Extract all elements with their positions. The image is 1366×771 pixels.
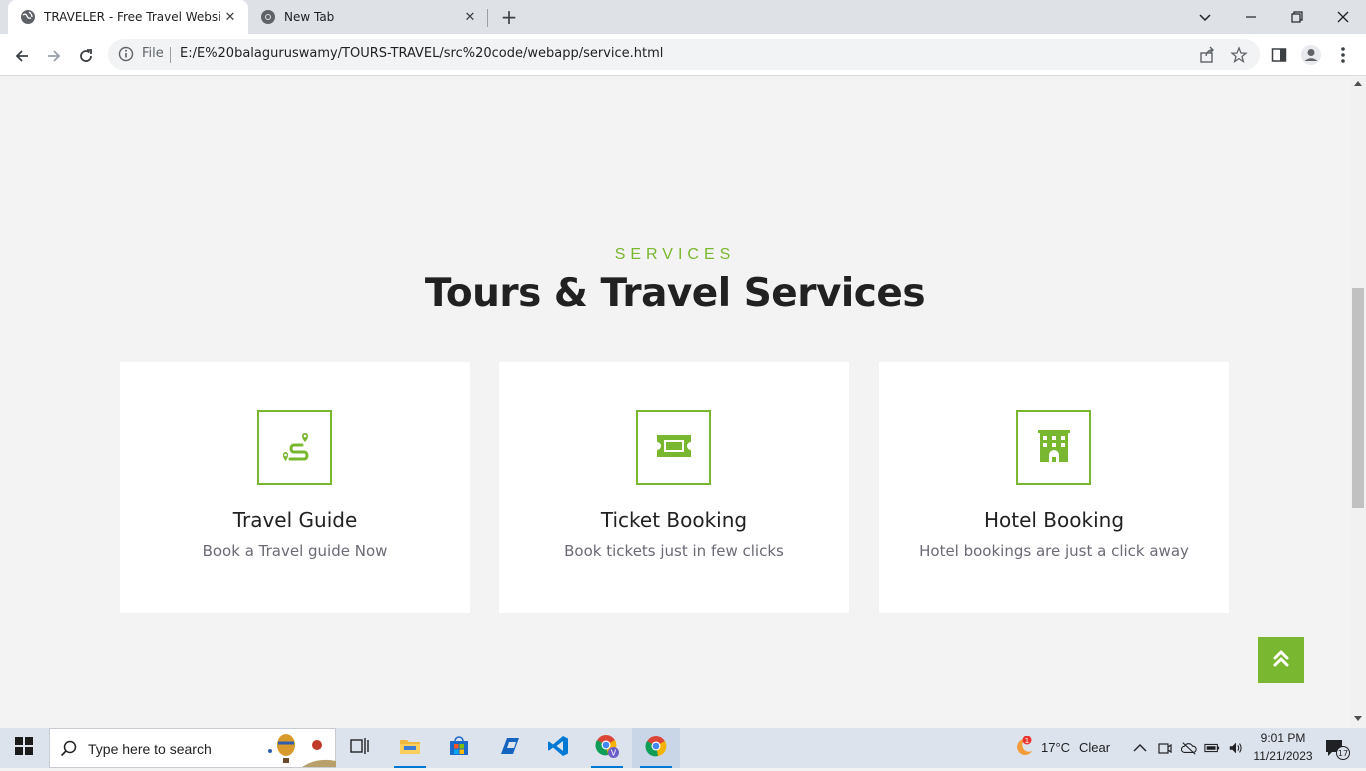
- card-title: Ticket Booking: [600, 508, 748, 532]
- card-description: Hotel bookings are just a click away: [919, 542, 1189, 560]
- page-scrollbar[interactable]: [1350, 77, 1366, 727]
- browser-toolbar: File E:/E%20balaguruswamy/TOURS-TRAVEL/s…: [0, 34, 1366, 76]
- icon-frame: [1016, 410, 1091, 485]
- scheme-label: File: [142, 46, 164, 61]
- task-view-button[interactable]: [336, 728, 384, 768]
- address-bar[interactable]: File E:/E%20balaguruswamy/TOURS-TRAVEL/s…: [108, 39, 1260, 70]
- icon-frame: [257, 410, 332, 485]
- forward-button[interactable]: [40, 42, 68, 70]
- section-title: Tours & Travel Services: [424, 271, 926, 316]
- close-icon[interactable]: ✕: [460, 7, 480, 27]
- vscode-icon: [547, 735, 569, 761]
- volume-icon[interactable]: [1228, 740, 1244, 756]
- back-button[interactable]: [8, 42, 36, 70]
- minimize-button[interactable]: [1228, 0, 1274, 34]
- chrome-icon: [644, 734, 668, 762]
- taskbar-chrome[interactable]: [632, 728, 680, 768]
- restore-button[interactable]: [1274, 0, 1320, 34]
- globe-icon: [20, 9, 36, 25]
- clock-time[interactable]: 9:01 PM: [1254, 731, 1312, 745]
- scroll-thumb[interactable]: [1352, 288, 1364, 508]
- close-icon[interactable]: ✕: [220, 7, 240, 27]
- tab-new-tab[interactable]: New Tab ✕: [248, 0, 488, 34]
- chrome-icon: [260, 9, 276, 25]
- card-title: Hotel Booking: [983, 508, 1125, 532]
- tab-strip: TRAVELER - Free Travel Website ✕ New Tab…: [0, 0, 1366, 34]
- taskbar-store[interactable]: [435, 728, 483, 768]
- battery-icon[interactable]: [1204, 740, 1220, 756]
- svg-text:1: 1: [1025, 737, 1029, 745]
- taskbar-file-explorer[interactable]: [386, 728, 434, 768]
- task-view-icon: [350, 737, 370, 759]
- chrome-profile-icon: V: [594, 733, 620, 763]
- windows-logo-icon: [15, 737, 33, 759]
- tab-title: New Tab: [284, 10, 335, 24]
- scroll-up-arrow-icon[interactable]: [1354, 81, 1362, 86]
- route-icon: [277, 428, 313, 468]
- side-panel-icon[interactable]: [1268, 44, 1290, 66]
- clock-date[interactable]: 11/21/2023: [1252, 749, 1314, 763]
- weather-temp[interactable]: 17°C: [1041, 740, 1070, 755]
- close-window-button[interactable]: [1320, 0, 1366, 34]
- taskbar-chrome-profile[interactable]: V: [583, 728, 631, 768]
- more-menu-icon[interactable]: [1332, 44, 1354, 66]
- icon-frame: [636, 410, 711, 485]
- taskbar-search[interactable]: Type here to search: [49, 728, 336, 768]
- card-description: Book tickets just in few clicks: [564, 542, 784, 560]
- card-description: Book a Travel guide Now: [202, 542, 388, 560]
- reload-button[interactable]: [72, 42, 100, 70]
- info-icon[interactable]: [118, 46, 134, 62]
- start-button[interactable]: [0, 728, 48, 768]
- svg-text:17: 17: [1338, 749, 1348, 758]
- search-placeholder: Type here to search: [88, 741, 212, 757]
- search-icon: [60, 740, 78, 758]
- windows-taskbar: Type here to search V 1 17°C Clear 9:01 …: [0, 728, 1366, 768]
- tab-divider: [487, 9, 488, 27]
- share-icon[interactable]: [1198, 46, 1216, 64]
- ticket-icon: [655, 433, 693, 463]
- taskbar-app-arrow[interactable]: [485, 728, 533, 768]
- chevron-up-icon[interactable]: [1132, 740, 1148, 756]
- taskbar-vscode[interactable]: [534, 728, 582, 768]
- balloon-illustration-icon: [262, 731, 336, 767]
- tab-traveler[interactable]: TRAVELER - Free Travel Website ✕: [8, 0, 248, 34]
- page-viewport: SERVICES Tours & Travel Services Travel …: [0, 77, 1350, 727]
- hotel-icon: [1036, 429, 1072, 467]
- profile-avatar-icon[interactable]: [1300, 44, 1322, 66]
- meet-now-icon[interactable]: [1157, 740, 1173, 756]
- svg-text:V: V: [611, 749, 617, 758]
- tab-title: TRAVELER - Free Travel Website: [44, 10, 220, 24]
- app-icon: [497, 736, 521, 760]
- store-icon: [449, 736, 469, 760]
- folder-icon: [399, 737, 421, 759]
- weather-condition[interactable]: Clear: [1079, 740, 1110, 755]
- new-tab-button[interactable]: +: [498, 5, 520, 29]
- onedrive-offline-icon[interactable]: [1181, 740, 1197, 756]
- notification-center-icon[interactable]: 17: [1324, 738, 1352, 760]
- card-title: Travel Guide: [232, 508, 358, 532]
- url-text[interactable]: E:/E%20balaguruswamy/TOURS-TRAVEL/src%20…: [180, 46, 663, 61]
- service-card-travel-guide[interactable]: Travel Guide Book a Travel guide Now: [120, 362, 470, 613]
- service-card-hotel-booking[interactable]: Hotel Booking Hotel bookings are just a …: [879, 362, 1229, 613]
- address-divider: [170, 47, 171, 63]
- weather-icon[interactable]: 1: [1012, 736, 1034, 758]
- double-chevron-up-icon: [1272, 648, 1290, 672]
- scroll-down-arrow-icon[interactable]: [1354, 716, 1362, 721]
- section-label: SERVICES: [614, 246, 736, 263]
- back-to-top-button[interactable]: [1258, 637, 1304, 683]
- star-icon[interactable]: [1230, 46, 1248, 64]
- service-card-ticket-booking[interactable]: Ticket Booking Book tickets just in few …: [499, 362, 849, 613]
- tab-search-icon[interactable]: [1182, 0, 1228, 34]
